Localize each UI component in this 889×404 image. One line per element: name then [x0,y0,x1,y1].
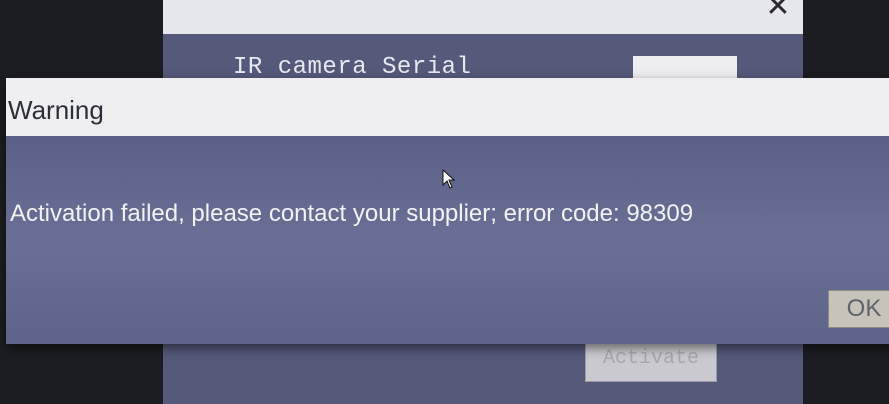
warning-title: Warning [8,95,104,125]
activation-dialog-titlebar: ✕ [163,0,803,34]
ok-button[interactable]: OK [828,290,889,328]
warning-message: Activation failed, please contact your s… [10,200,694,227]
close-icon[interactable]: ✕ [765,0,791,22]
mouse-pointer-icon [442,169,456,189]
serial-label: IR camera Serial [233,54,472,81]
warning-titlebar: Warning [6,78,889,136]
warning-dialog: Warning Activation failed, please contac… [6,78,889,344]
warning-body: Activation failed, please contact your s… [6,136,889,344]
